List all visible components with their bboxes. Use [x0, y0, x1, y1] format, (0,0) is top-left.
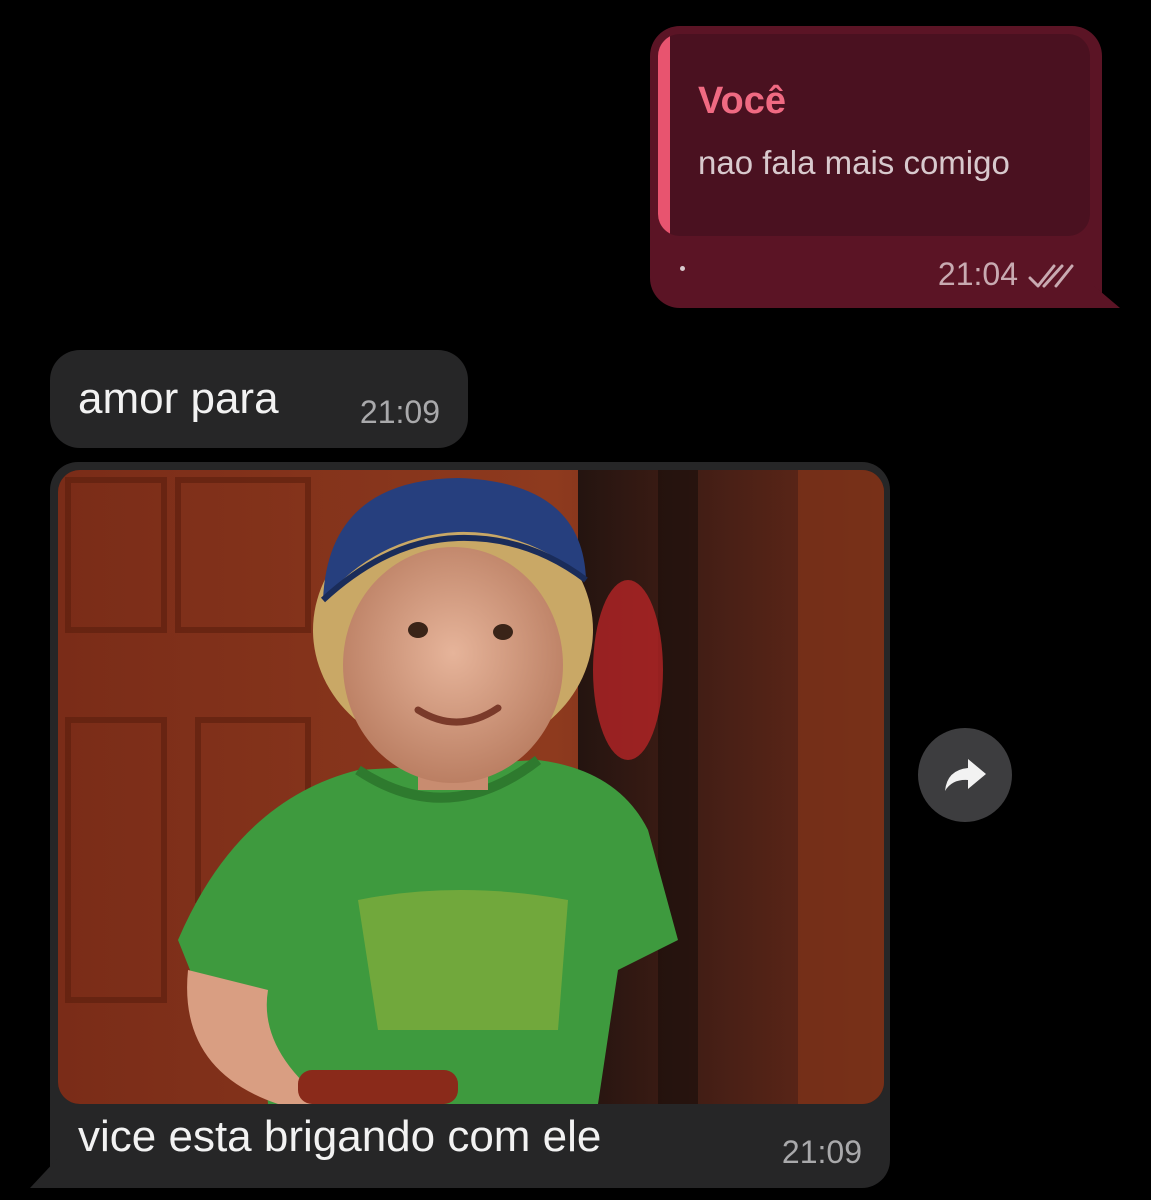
message-time: 21:09: [359, 394, 440, 430]
quoted-message[interactable]: Você nao fala mais comigo: [658, 34, 1090, 236]
forward-icon: [945, 759, 986, 791]
forward-button[interactable]: [918, 728, 1012, 822]
message-time: 21:04: [937, 256, 1018, 292]
photo-caption: vice esta brigando com ele: [78, 1112, 602, 1161]
message-time: 21:09: [781, 1134, 862, 1170]
double-check-icon: [1028, 264, 1074, 288]
bubble-tail: [1094, 286, 1120, 308]
message-dot: [680, 266, 685, 271]
outgoing-message-bubble[interactable]: Você nao fala mais comigo 21:04: [650, 26, 1120, 308]
quote-author: Você: [698, 80, 787, 122]
photo-image: [58, 470, 884, 1104]
quote-text: nao fala mais comigo: [698, 144, 1010, 181]
photo-attachment[interactable]: [58, 470, 884, 1104]
quote-accent-bar: [658, 34, 670, 236]
incoming-photo-message[interactable]: vice esta brigando com ele 21:09: [30, 462, 890, 1188]
bubble-tail: [30, 1158, 58, 1188]
incoming-message-bubble[interactable]: amor para 21:09: [50, 350, 468, 448]
message-text: amor para: [78, 374, 279, 423]
